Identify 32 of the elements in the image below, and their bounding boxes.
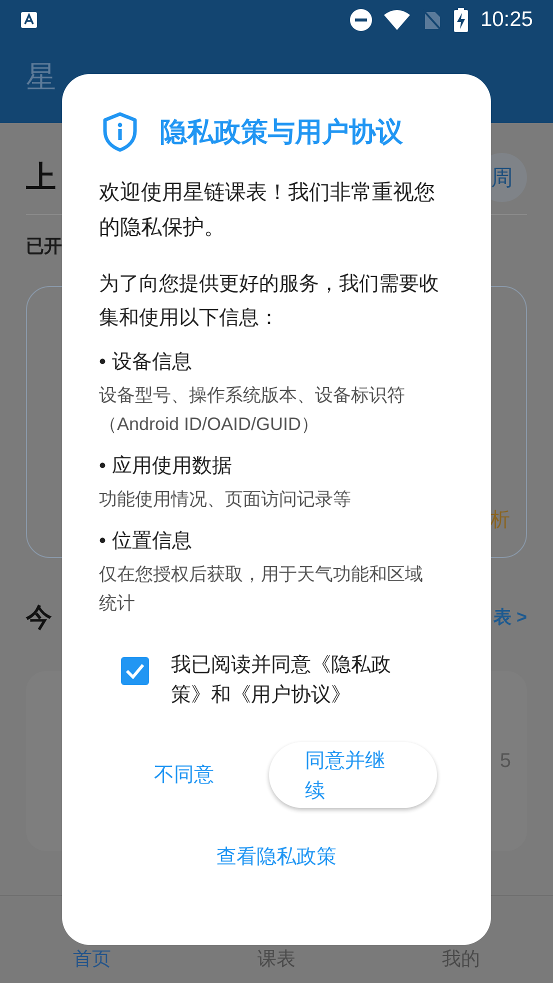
- item-detail: 功能使用情况、页面访问记录等: [99, 488, 352, 510]
- item-title: 设备信息: [112, 350, 192, 374]
- shield-info-icon: [102, 112, 138, 152]
- item-title: 位置信息: [112, 528, 192, 554]
- lead-text: 为了向您提供更好的服务，我们需要收集和使用以下信息：: [99, 272, 439, 330]
- item-detail: 仅在您授权后获取，用于天气功能和区域统计: [99, 562, 424, 614]
- app-notification-icon: [20, 11, 38, 29]
- bullet: •: [99, 350, 106, 374]
- wifi-icon: [384, 9, 410, 31]
- view-privacy-policy-link[interactable]: 查看隐私政策: [216, 838, 336, 876]
- bullet: •: [99, 454, 106, 478]
- nav-tab[interactable]: 首页: [0, 946, 184, 974]
- status-text: 已开: [26, 235, 62, 258]
- consent-label: 我已阅读并同意《隐私政策》和《用户协议》: [171, 652, 392, 708]
- bullet: •: [99, 528, 106, 554]
- item-title: 应用使用数据: [112, 454, 232, 478]
- section-heading: 上: [26, 160, 56, 196]
- disagree-button[interactable]: 不同意: [139, 750, 229, 800]
- app-title: 星: [26, 60, 56, 96]
- today-heading: 今: [26, 601, 52, 634]
- battery-charging-icon: [454, 8, 468, 32]
- no-sim-icon: [422, 9, 442, 31]
- consent-checkbox[interactable]: [121, 656, 149, 684]
- intro-text: 欢迎使用星链课表！我们非常重视您的隐私保护。: [99, 180, 436, 240]
- do-not-disturb-icon: [350, 9, 372, 31]
- dialog-title: 隐私政策与用户协议: [160, 116, 403, 149]
- clock-time: 10:25: [480, 7, 533, 34]
- view-schedule-link[interactable]: 表 >: [493, 604, 527, 631]
- card-tag: 析: [490, 505, 510, 535]
- agree-button[interactable]: 同意并继续: [269, 742, 437, 808]
- check-icon: [125, 662, 145, 678]
- item-detail: 设备型号、操作系统版本、设备标识符（Android ID/OAID/GUID）: [99, 384, 406, 436]
